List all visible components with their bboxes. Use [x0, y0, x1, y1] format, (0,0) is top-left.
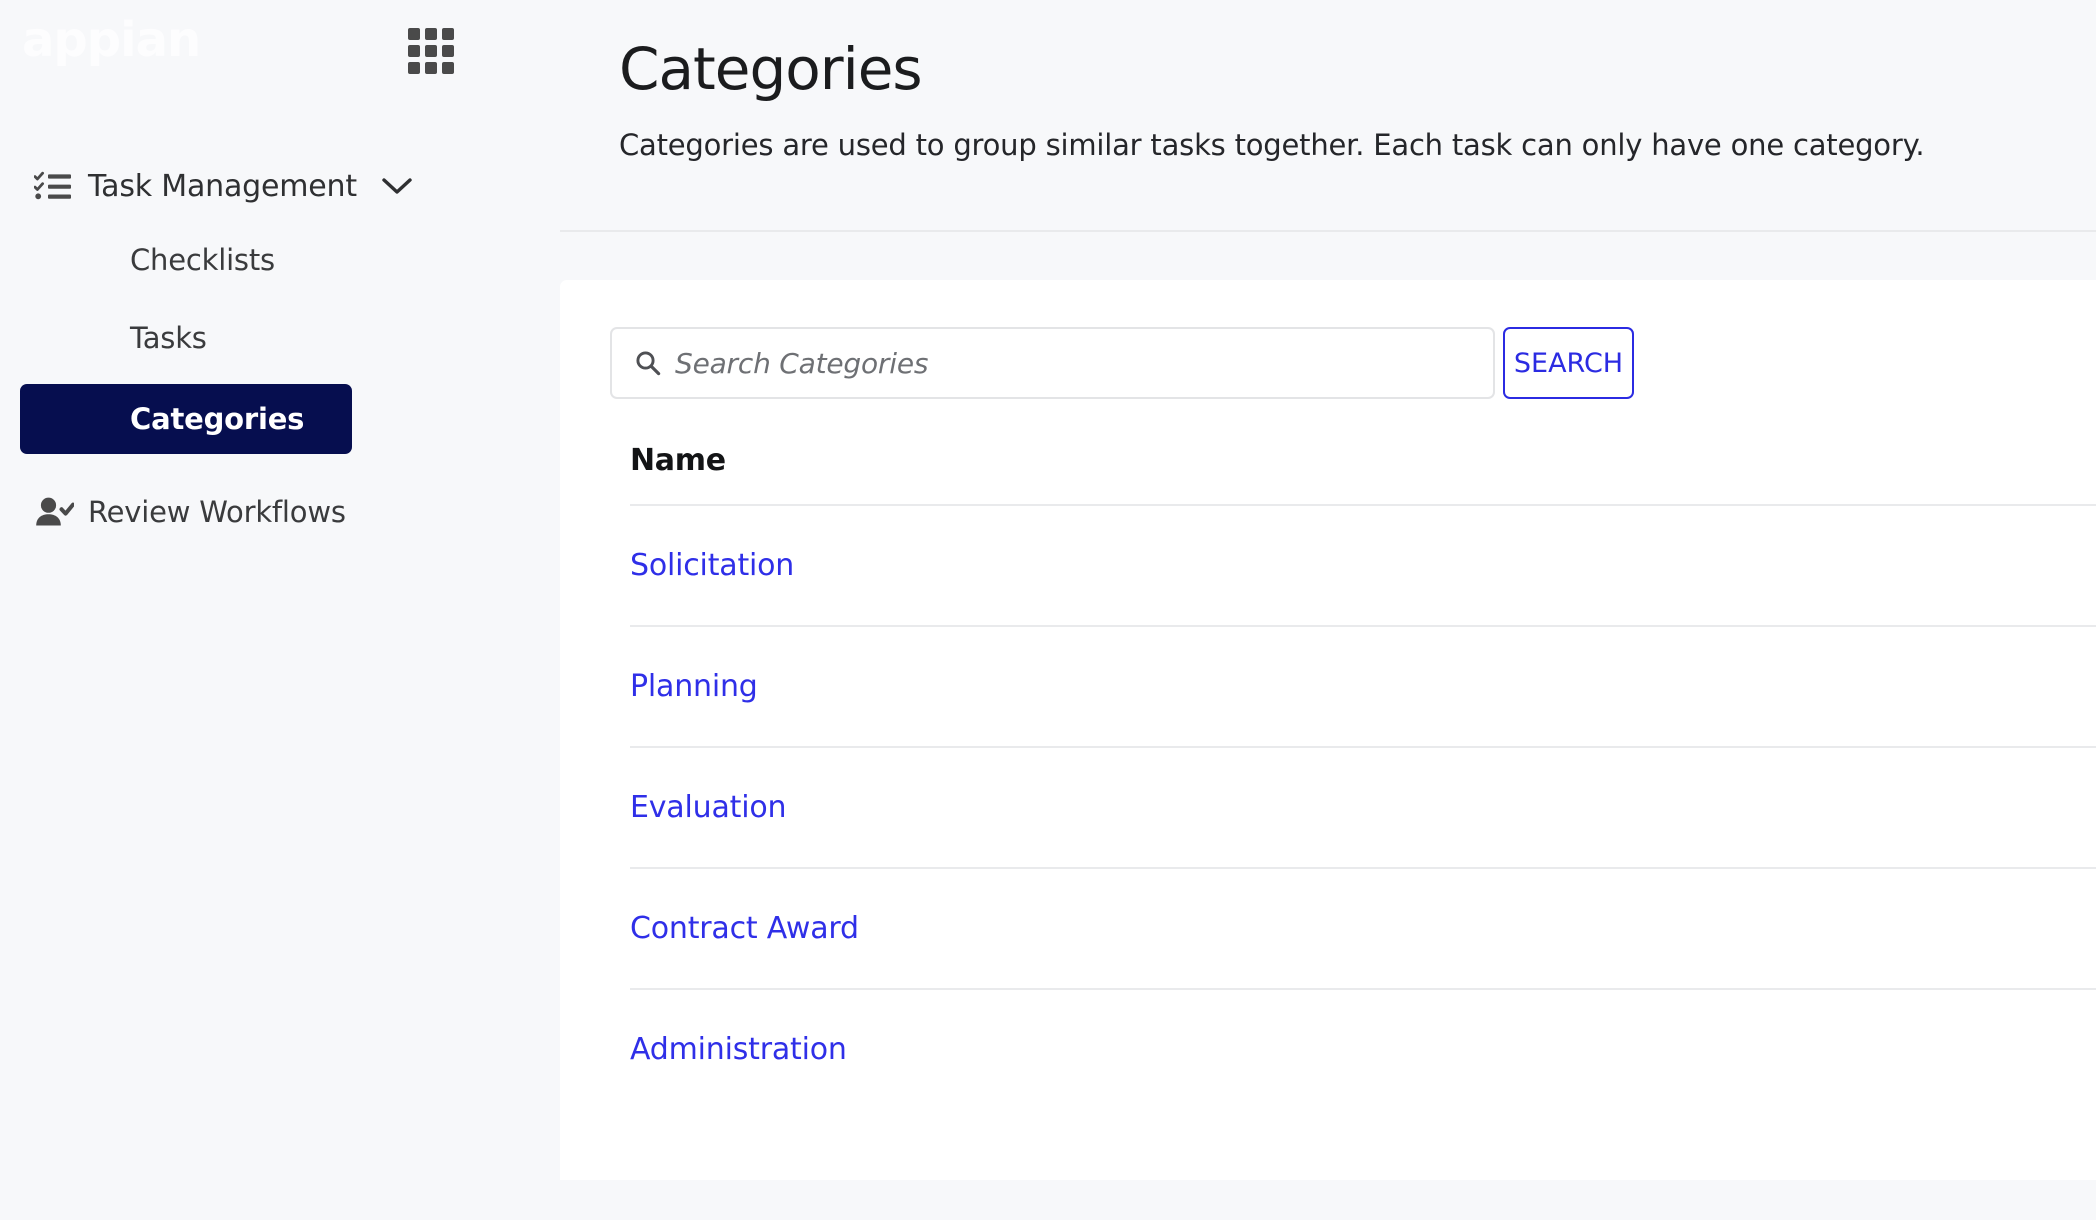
- category-link-solicitation[interactable]: Solicitation: [630, 548, 794, 583]
- categories-table: Name Solicitation Planning Evaluation Co…: [560, 443, 2096, 1109]
- sidebar-header: appian: [0, 0, 560, 96]
- table-row[interactable]: Administration: [560, 990, 2096, 1109]
- search-input[interactable]: [675, 333, 1493, 393]
- category-link-contract-award[interactable]: Contract Award: [630, 911, 859, 946]
- page-description: Categories are used to group similar tas…: [619, 128, 1925, 162]
- sidebar-item-categories[interactable]: Categories: [20, 384, 352, 454]
- app-root: appian Task Management Checklists Tasks …: [0, 0, 2096, 1220]
- search-box[interactable]: [610, 327, 1495, 399]
- sidebar-item-review-workflows[interactable]: Review Workflows: [0, 480, 560, 544]
- grid-cell: [408, 28, 420, 40]
- search-button[interactable]: SEARCH: [1503, 327, 1634, 399]
- chevron-down-icon[interactable]: [381, 176, 413, 196]
- grid-cell: [408, 45, 420, 57]
- grid-cell: [425, 45, 437, 57]
- category-link-evaluation[interactable]: Evaluation: [630, 790, 786, 825]
- grid-cell: [442, 62, 454, 74]
- sidebar-item-tasks[interactable]: Tasks: [0, 306, 560, 370]
- table-row[interactable]: Contract Award: [560, 869, 2096, 988]
- sidebar-item-label: Categories: [130, 402, 305, 436]
- sidebar-group-label: Task Management: [88, 168, 357, 204]
- categories-card: SEARCH Name Solicitation Planning: [560, 280, 2096, 1180]
- grid-cell: [442, 45, 454, 57]
- category-link-planning[interactable]: Planning: [630, 669, 758, 704]
- sidebar-group-task-management[interactable]: Task Management: [0, 158, 560, 214]
- appian-logo[interactable]: appian: [22, 16, 201, 64]
- main-content: Categories Categories are used to group …: [560, 0, 2096, 1220]
- grid-cell: [425, 28, 437, 40]
- page-title: Categories: [619, 35, 923, 103]
- grid-cell: [425, 62, 437, 74]
- table-row[interactable]: Evaluation: [560, 748, 2096, 867]
- grid-apps-icon[interactable]: [408, 28, 454, 74]
- table-row[interactable]: Solicitation: [560, 506, 2096, 625]
- sidebar-item-checklists[interactable]: Checklists: [0, 228, 560, 292]
- user-check-icon: [34, 495, 74, 529]
- category-link-administration[interactable]: Administration: [630, 1032, 847, 1067]
- sidebar-nav: Task Management Checklists Tasks Categor…: [0, 96, 560, 544]
- sidebar-item-label: Checklists: [130, 243, 275, 277]
- content-area: SEARCH Name Solicitation Planning: [560, 232, 2096, 1220]
- sidebar: appian Task Management Checklists Tasks …: [0, 0, 560, 1220]
- table-row[interactable]: Planning: [560, 627, 2096, 746]
- column-header-name: Name: [630, 443, 726, 478]
- checklist-icon: [34, 169, 74, 203]
- grid-cell: [408, 62, 420, 74]
- search-icon: [634, 349, 662, 377]
- search-row: SEARCH: [560, 327, 2096, 399]
- table-header-row: Name: [560, 443, 2096, 504]
- sidebar-item-label: Review Workflows: [88, 495, 346, 529]
- sidebar-item-label: Tasks: [130, 321, 207, 355]
- page-header: Categories Categories are used to group …: [560, 0, 2096, 232]
- grid-cell: [442, 28, 454, 40]
